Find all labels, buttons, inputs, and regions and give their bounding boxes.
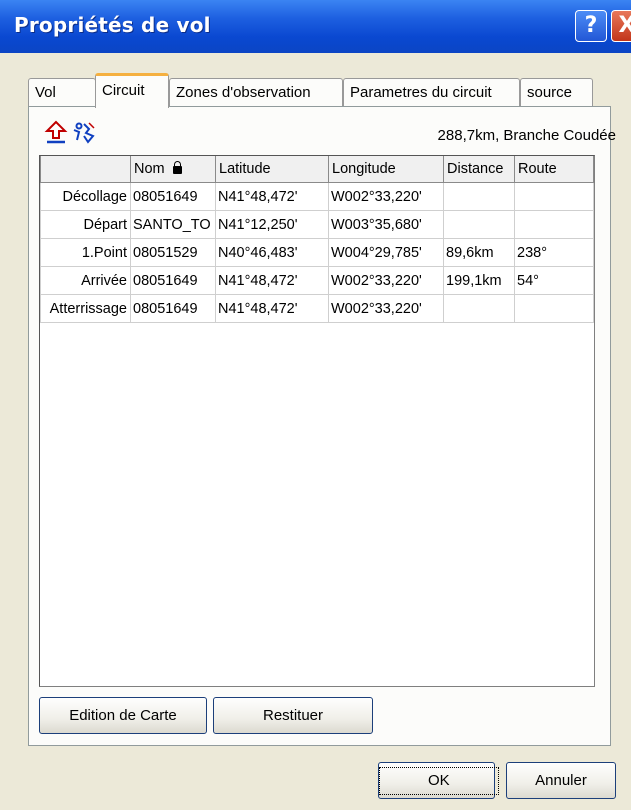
row-label: Décollage bbox=[40, 182, 131, 211]
help-button[interactable]: ? bbox=[575, 10, 607, 42]
row-label: Atterrissage bbox=[40, 294, 131, 323]
cell-latitude[interactable]: N41°48,472' bbox=[215, 294, 329, 323]
cell-route: 54° bbox=[514, 266, 594, 295]
table-row[interactable]: Arrivée 08051649 N41°48,472' W002°33,220… bbox=[40, 266, 594, 295]
cell-latitude[interactable]: N41°48,472' bbox=[215, 266, 329, 295]
edit-map-button[interactable]: Edition de Carte bbox=[39, 697, 207, 734]
optimize-route-icon[interactable] bbox=[72, 120, 96, 146]
cell-nom[interactable]: 08051529 bbox=[130, 238, 216, 267]
cell-longitude[interactable]: W002°33,220' bbox=[328, 294, 444, 323]
cell-distance bbox=[443, 182, 515, 211]
column-header-distance[interactable]: Distance bbox=[443, 156, 515, 183]
ok-button-label: OK bbox=[379, 767, 499, 795]
row-label: 1.Point bbox=[40, 238, 131, 267]
cell-route bbox=[514, 210, 594, 239]
cell-latitude[interactable]: N41°48,472' bbox=[215, 182, 329, 211]
column-header-latitude[interactable]: Latitude bbox=[215, 156, 329, 183]
cell-longitude[interactable]: W002°33,220' bbox=[328, 266, 444, 295]
cell-latitude[interactable]: N40°46,483' bbox=[215, 238, 329, 267]
cell-distance: 89,6km bbox=[443, 238, 515, 267]
cell-nom[interactable]: 08051649 bbox=[130, 182, 216, 211]
table-row[interactable]: Atterrissage 08051649 N41°48,472' W002°3… bbox=[40, 294, 594, 323]
table-row[interactable]: Départ SANTO_TO N41°12,250' W003°35,680' bbox=[40, 210, 594, 239]
tab-circuit-parameters[interactable]: Parametres du circuit bbox=[343, 78, 520, 106]
lock-icon bbox=[172, 161, 182, 175]
cell-nom[interactable]: 08051649 bbox=[130, 294, 216, 323]
row-label: Départ bbox=[40, 210, 131, 239]
tab-source[interactable]: source bbox=[520, 78, 593, 106]
restore-button[interactable]: Restituer bbox=[213, 697, 373, 734]
upload-icon[interactable] bbox=[44, 120, 68, 146]
window-title: Propriétés de vol bbox=[14, 13, 211, 37]
cell-distance: 199,1km bbox=[443, 266, 515, 295]
close-button[interactable]: X bbox=[611, 10, 631, 42]
column-header-nom[interactable]: Nom bbox=[130, 156, 216, 183]
ok-button[interactable]: OK bbox=[378, 762, 499, 799]
cell-route: 238° bbox=[514, 238, 594, 267]
cell-nom[interactable]: 08051649 bbox=[130, 266, 216, 295]
flight-properties-dialog: Propriétés de vol ? X Vol Circuit Zones … bbox=[0, 0, 631, 810]
header-row: Nom Latitude Longitude Distance Route bbox=[40, 156, 594, 183]
tab-observation-zones[interactable]: Zones d'observation bbox=[169, 78, 343, 106]
table-row[interactable]: 1.Point 08051529 N40°46,483' W004°29,785… bbox=[40, 238, 594, 267]
column-nom-label: Nom bbox=[134, 161, 165, 177]
column-header-route[interactable]: Route bbox=[514, 156, 594, 183]
cell-longitude[interactable]: W004°29,785' bbox=[328, 238, 444, 267]
waypoint-grid[interactable]: Nom Latitude Longitude Distance Route Dé… bbox=[39, 155, 595, 687]
tab-circuit[interactable]: Circuit bbox=[95, 73, 169, 108]
row-label: Arrivée bbox=[40, 266, 131, 295]
cell-distance bbox=[443, 210, 515, 239]
cell-latitude[interactable]: N41°12,250' bbox=[215, 210, 329, 239]
tab-vol[interactable]: Vol bbox=[28, 78, 96, 106]
cell-route bbox=[514, 294, 594, 323]
cell-longitude[interactable]: W002°33,220' bbox=[328, 182, 444, 211]
title-bar[interactable]: Propriétés de vol ? X bbox=[0, 0, 631, 53]
cell-nom[interactable]: SANTO_TO bbox=[130, 210, 216, 239]
column-header-longitude[interactable]: Longitude bbox=[328, 156, 444, 183]
table-row[interactable]: Décollage 08051649 N41°48,472' W002°33,2… bbox=[40, 182, 594, 211]
cancel-button[interactable]: Annuler bbox=[506, 762, 616, 799]
row-header-column bbox=[40, 156, 131, 183]
waypoint-table: Nom Latitude Longitude Distance Route Dé… bbox=[40, 156, 594, 323]
cell-distance bbox=[443, 294, 515, 323]
cell-route bbox=[514, 182, 594, 211]
cell-longitude[interactable]: W003°35,680' bbox=[328, 210, 444, 239]
circuit-summary: 288,7km, Branche Coudée bbox=[437, 127, 616, 144]
